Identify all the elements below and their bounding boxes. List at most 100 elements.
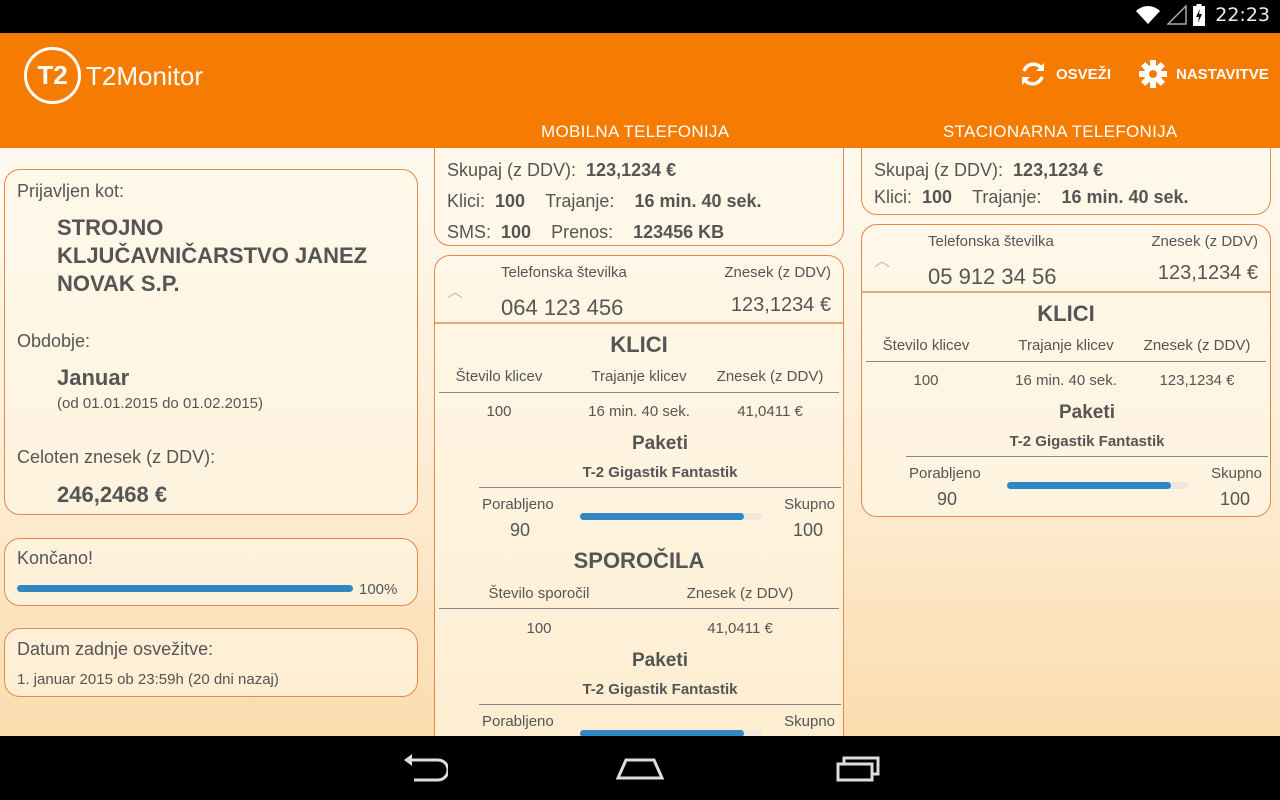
fixed-calls-hdr-count: Število klicev	[882, 337, 970, 354]
fixed-calls-label: Klici:	[874, 187, 913, 207]
tab-mobile[interactable]: MOBILNA TELEFONIJA	[541, 122, 729, 142]
settings-button[interactable]: NASTAVITVE	[1138, 59, 1269, 89]
mobile-sms-pkg-name: T-2 Gigastik Fantastik	[582, 681, 738, 698]
mobile-duration-label: Trajanje:	[545, 191, 615, 211]
mobile-sms-count: 100	[526, 620, 552, 637]
mobile-calls-amount: 41,0411 €	[737, 403, 803, 420]
mobile-total-pkg-value: 100	[793, 520, 824, 540]
app-logo: T2	[24, 47, 81, 104]
mobile-calls-label: Klici:	[447, 191, 486, 211]
sync-progress-text: 100%	[359, 581, 398, 598]
back-button[interactable]	[400, 752, 450, 789]
mobile-sms-value: 100	[501, 222, 532, 242]
mobile-calls-hdr-duration: Trajanje klicev	[591, 368, 687, 385]
fixed-phone-number: 05 912 34 56	[928, 264, 1057, 289]
sync-progress-fill	[17, 585, 353, 592]
refresh-label: OSVEŽI	[1056, 65, 1112, 83]
mobile-transfer-value: 123456 KB	[633, 222, 725, 242]
mobile-calls-hdr-count: Število klicev	[455, 368, 543, 385]
fixed-pkg-name: T-2 Gigastik Fantastik	[1009, 433, 1165, 450]
battery-charging-icon	[1193, 4, 1206, 26]
mobile-sms-amount: 41,0411 €	[707, 620, 773, 637]
fixed-total-pkg-value: 100	[1220, 489, 1251, 509]
mobile-calls-count: 100	[486, 403, 512, 420]
mobile-phone-number: 064 123 456	[501, 295, 624, 320]
fixed-detail-card: ︿ Telefonska številka 05 912 34 56 Znese…	[861, 224, 1271, 517]
signal-icon	[1167, 5, 1187, 25]
refresh-button[interactable]: OSVEŽI	[1018, 59, 1111, 89]
mobile-calls-title: KLICI	[610, 332, 668, 357]
fixed-calls-hdr-amount: Znesek (z DDV)	[1143, 337, 1251, 354]
mobile-used-value: 90	[510, 520, 531, 540]
refresh-icon	[1022, 62, 1044, 86]
fixed-pkg-title: Paketi	[1059, 402, 1115, 423]
fixed-calls-title: KLICI	[1037, 301, 1095, 326]
period-label: Obdobje:	[17, 331, 91, 351]
fixed-calls-count: 100	[913, 372, 939, 389]
fixed-total-value: 123,1234 €	[1013, 160, 1104, 180]
fixed-usage-bar	[1007, 482, 1189, 489]
last-refresh-card: Datum zadnje osvežitve: 1. januar 2015 o…	[4, 628, 418, 697]
logged-label: Prijavljen kot:	[17, 181, 125, 201]
tab-fixed[interactable]: STACIONARNA TELEFONIJA	[943, 122, 1178, 142]
mobile-usage-bar	[580, 513, 762, 520]
status-bar: 22:23	[0, 0, 1280, 33]
navigation-bar	[0, 736, 1280, 800]
recent-apps-icon	[836, 756, 880, 782]
fixed-phone-label: Telefonska številka	[928, 233, 1054, 250]
company-name: STROJNO KLJUČAVNIČARSTVO JANEZ NOVAK S.P…	[57, 215, 368, 296]
home-icon	[615, 758, 665, 780]
home-button[interactable]	[614, 752, 666, 789]
mobile-usage-fill	[580, 513, 744, 520]
fixed-used-value: 90	[937, 489, 958, 509]
account-card: Prijavljen kot: STROJNO KLJUČAVNIČARSTVO…	[4, 169, 418, 515]
wifi-icon	[1136, 6, 1161, 24]
sync-status: Končano!	[17, 548, 94, 568]
fixed-calls-amount: 123,1234 €	[1159, 372, 1235, 389]
mobile-transfer-label: Prenos:	[551, 222, 614, 242]
mobile-total2-label: Skupno	[784, 713, 835, 730]
period-range: (od 01.01.2015 do 01.02.2015)	[57, 395, 264, 412]
fixed-calls-value: 100	[922, 187, 953, 207]
fixed-amount-label: Znesek (z DDV)	[1151, 233, 1258, 250]
total-amount: 246,2468 €	[57, 482, 168, 507]
fixed-usage-fill	[1007, 482, 1171, 489]
fixed-calls-hdr-duration: Trajanje klicev	[1018, 337, 1114, 354]
mobile-sms-divider	[439, 608, 839, 609]
collapse-chevron-icon[interactable]: ︿	[447, 278, 463, 302]
back-icon	[404, 754, 450, 782]
mobile-used2-label: Porabljeno	[482, 713, 554, 730]
recent-apps-button[interactable]	[832, 752, 884, 789]
mobile-calls-hdr-amount: Znesek (z DDV)	[716, 368, 824, 385]
fixed-duration-value: 16 min. 40 sek.	[1061, 187, 1189, 207]
fixed-summary-card: Skupaj (z DDV): 123,1234 € Klici: 100 Traja…	[861, 148, 1271, 215]
fixed-calls-divider	[866, 361, 1266, 362]
mobile-duration-value: 16 min. 40 sek.	[634, 191, 762, 211]
mobile-sms-title: SPOROČILA	[573, 548, 705, 573]
mobile-total-pkg-label: Skupno	[784, 496, 835, 513]
fixed-calls-duration: 16 min. 40 sek.	[1015, 372, 1117, 389]
mobile-amount-label: Znesek (z DDV)	[724, 264, 831, 281]
mobile-calls-pkg-title: Paketi	[632, 433, 688, 454]
last-refresh-label: Datum zadnje osvežitve:	[17, 639, 214, 659]
mobile-calls-pkg-name: T-2 Gigastik Fantastik	[582, 464, 738, 481]
collapse-chevron-icon[interactable]: ︿	[874, 247, 890, 271]
mobile-sms-pkg-divider	[479, 704, 841, 705]
fixed-pkg-divider	[906, 456, 1268, 457]
fixed-header-divider	[862, 291, 1270, 293]
mobile-header-divider	[435, 322, 843, 324]
sync-card: Končano! 100%	[4, 538, 418, 606]
mobile-detail-card: ︿ Telefonska številka 064 123 456 Znesek…	[434, 255, 844, 736]
fixed-duration-label: Trajanje:	[972, 187, 1042, 207]
mobile-sms-pkg-title: Paketi	[632, 650, 688, 671]
mobile-total-label: Skupaj (z DDV):	[447, 160, 577, 180]
settings-label: NASTAVITVE	[1176, 65, 1269, 83]
mobile-sms-label: SMS:	[447, 222, 492, 242]
mobile-calls-divider	[439, 392, 839, 393]
mobile-total-value: 123,1234 €	[586, 160, 677, 180]
mobile-phone-label: Telefonska številka	[501, 264, 627, 281]
action-bar: T2 T2Monitor OSVEŽI NASTAVITVE MOBILNA T…	[0, 33, 1280, 148]
mobile-sms-hdr-count: Število sporočil	[488, 585, 590, 602]
app-title: T2Monitor	[86, 61, 204, 91]
mobile-used-label: Porabljeno	[482, 496, 554, 513]
